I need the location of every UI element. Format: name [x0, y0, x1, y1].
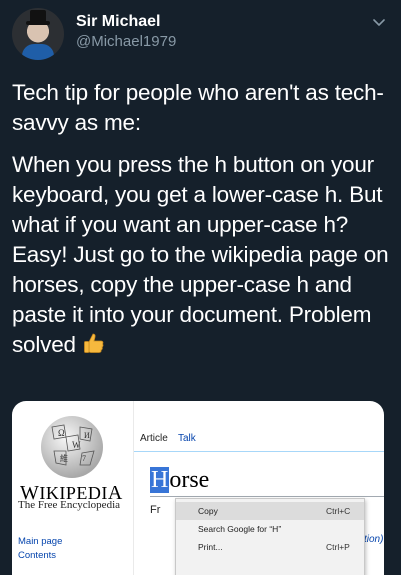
body-text-fragment-right: tion). [364, 534, 384, 545]
tweet-intro: Tech tip for people who aren't as tech-s… [12, 80, 384, 135]
svg-text:Ω: Ω [58, 428, 65, 438]
svg-text:7: 7 [82, 454, 86, 463]
tweet-header: Sir Michael @Michael1979 [12, 8, 389, 60]
svg-text:維: 維 [60, 453, 68, 463]
tweet-body-paragraph: When you press the h button on your keyb… [12, 150, 392, 360]
tweet-body: When you press the h button on your keyb… [12, 152, 389, 357]
svg-text:W: W [72, 440, 81, 450]
author-names[interactable]: Sir Michael @Michael1979 [76, 12, 176, 52]
display-name[interactable]: Sir Michael [76, 12, 176, 32]
selected-letter[interactable]: H [150, 467, 170, 493]
main-page-link[interactable]: Main page [18, 536, 62, 547]
chevron-down-icon[interactable] [371, 14, 387, 30]
contents-link[interactable]: Contents [18, 550, 56, 561]
context-menu-search-google[interactable]: Search Google for “H” [176, 520, 364, 538]
tweet-media-image[interactable]: Ω W И 維 7 WIKIPEDIA The Free Encyclopedi… [12, 401, 384, 575]
context-menu-print[interactable]: Print... Ctrl+P [176, 538, 364, 556]
wikipedia-tagline: The Free Encyclopedia [18, 499, 121, 511]
thumbs-up-icon [83, 333, 104, 353]
avatar[interactable] [12, 8, 64, 60]
tab-article[interactable]: Article [140, 433, 168, 444]
svg-text:И: И [84, 431, 90, 440]
page-title: Horse [150, 467, 210, 493]
context-menu-copy[interactable]: Copy Ctrl+C [176, 502, 364, 520]
tab-talk[interactable]: Talk [178, 433, 196, 444]
wikipedia-globe-icon: Ω W И 維 7 [41, 416, 103, 478]
user-handle[interactable]: @Michael1979 [76, 32, 176, 52]
context-menu: Copy Ctrl+C Search Google for “H” Print.… [175, 498, 365, 575]
body-text-fragment: Fr [150, 504, 161, 516]
tweet-text: Tech tip for people who aren't as tech-s… [12, 78, 392, 372]
